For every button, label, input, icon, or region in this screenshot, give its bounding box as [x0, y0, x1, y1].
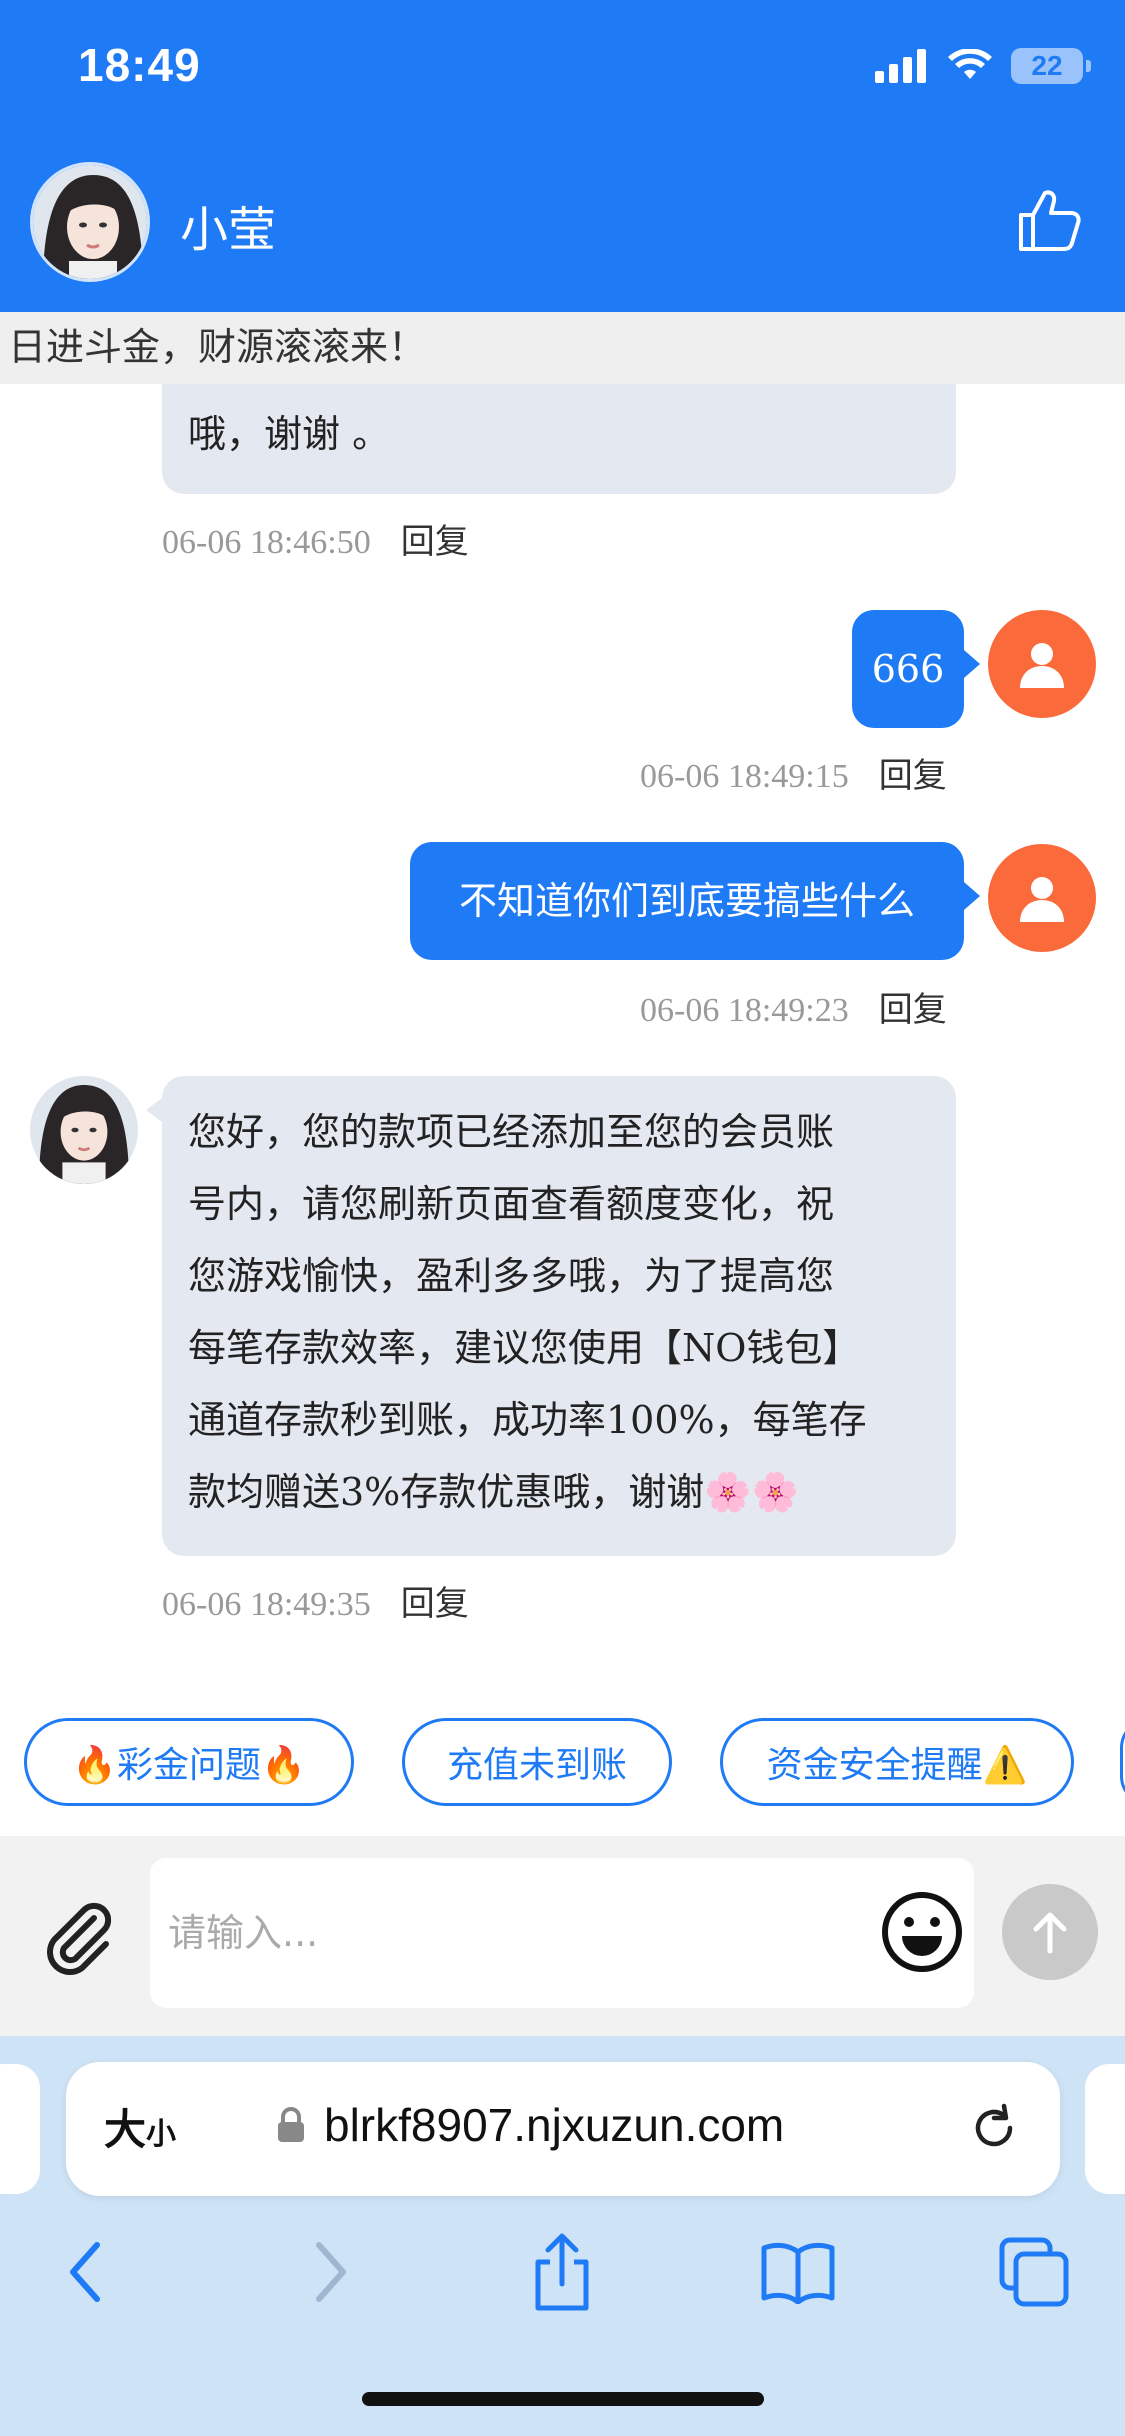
- incoming-message-bubble: 您好，您的款项已经添加至您的会员账 号内，请您刷新页面查看额度变化，祝 您游戏愉…: [146, 1076, 956, 1556]
- chevron-right-icon: [316, 2242, 346, 2302]
- text-size-small: 小: [146, 2117, 177, 2152]
- wifi-icon: [948, 49, 992, 79]
- quick-reply-chip[interactable]: 充值未到账: [402, 1718, 672, 1806]
- next-tab-peek[interactable]: [1085, 2064, 1125, 2194]
- user-icon: [1020, 877, 1064, 922]
- url-text: blrkf8907.njxuzun.com: [324, 2099, 785, 2151]
- battery-icon: 22: [1011, 48, 1091, 84]
- message-input-bar: [0, 1836, 1125, 2036]
- message-input-box[interactable]: [150, 1858, 974, 2008]
- quick-reply-chip[interactable]: 资金安全提醒⚠️: [720, 1718, 1074, 1806]
- agent-avatar-large[interactable]: [30, 162, 150, 282]
- message-text: 不知道你们到底要搞些什么: [458, 879, 915, 923]
- message-text: 666: [871, 647, 945, 691]
- message-time: 06-06 18:49:35: [162, 1586, 371, 1623]
- chat-header: 18:49 22 小莹: [0, 0, 1125, 312]
- book-icon: [761, 2242, 835, 2304]
- back-button[interactable]: [46, 2232, 126, 2312]
- reply-button[interactable]: 回复: [401, 522, 469, 562]
- agent-name: 小莹: [180, 204, 277, 257]
- user-avatar[interactable]: [988, 610, 1096, 718]
- outgoing-message-bubble: 666: [852, 610, 980, 728]
- tabs-icon: [999, 2237, 1069, 2307]
- emoji-icon[interactable]: [878, 1888, 966, 1976]
- agent-portrait-icon: [30, 1076, 138, 1184]
- share-icon: [535, 2233, 589, 2311]
- message-meta: 06-06 18:46:50 回复: [162, 514, 469, 563]
- text-size-button[interactable]: 大小: [104, 2096, 176, 2157]
- home-indicator: [362, 2392, 764, 2406]
- user-avatar[interactable]: [988, 844, 1096, 952]
- message-time: 06-06 18:49:23: [640, 992, 849, 1029]
- outgoing-message-bubble: 不知道你们到底要搞些什么: [410, 842, 980, 960]
- message-time: 06-06 18:49:15: [640, 758, 849, 795]
- text-size-big: 大: [104, 2105, 147, 2154]
- chevron-left-icon: [70, 2242, 100, 2302]
- signal-icon: [875, 49, 926, 83]
- quick-reply-bar: 🔥彩金问题🔥 充值未到账 资金安全提醒⚠️: [0, 1686, 1125, 1836]
- message-line: 款均赠送3%存款优惠哦，谢谢🌸🌸: [188, 1470, 799, 1514]
- message-time: 06-06 18:46:50: [162, 524, 371, 561]
- reply-button[interactable]: 回复: [879, 756, 947, 796]
- incoming-message-bubble: 哦，谢谢 。: [162, 384, 956, 494]
- quick-reply-chip[interactable]: 🔥彩金问题🔥: [24, 1718, 354, 1806]
- paperclip-icon[interactable]: [36, 1896, 116, 1976]
- status-icons: 22: [875, 44, 1091, 88]
- message-line: 每笔存款效率，建议您使用【NO钱包】: [188, 1326, 861, 1370]
- message-line: 号内，请您刷新页面查看额度变化，祝: [188, 1182, 835, 1226]
- thumbs-up-icon[interactable]: [1015, 185, 1085, 255]
- forward-button[interactable]: [290, 2232, 370, 2312]
- reload-icon[interactable]: [964, 2098, 1024, 2158]
- share-button[interactable]: [522, 2232, 602, 2312]
- bookmarks-button[interactable]: [758, 2232, 838, 2312]
- message-text: 哦，谢谢 。: [188, 412, 391, 456]
- lock-icon: [278, 2107, 304, 2142]
- tabs-button[interactable]: [994, 2232, 1074, 2312]
- reply-button[interactable]: 回复: [401, 1584, 469, 1624]
- message-meta: 06-06 18:49:15 回复: [640, 748, 947, 797]
- address-bar[interactable]: 大小 blrkf8907.njxuzun.com: [66, 2062, 1060, 2196]
- quick-reply-chip-partial[interactable]: [1120, 1718, 1125, 1806]
- arrow-up-icon: [1033, 1912, 1067, 1954]
- announcement-marquee: 日进斗金，财源滚滚来！: [0, 312, 1125, 384]
- message-meta: 06-06 18:49:23 回复: [640, 982, 947, 1031]
- status-time: 18:49: [78, 39, 201, 91]
- message-meta: 06-06 18:49:35 回复: [162, 1576, 469, 1625]
- agent-portrait-icon: [33, 165, 147, 279]
- message-line: 您好，您的款项已经添加至您的会员账: [188, 1110, 835, 1154]
- message-line: 您游戏愉快，盈利多多哦，为了提高您: [188, 1254, 835, 1298]
- agent-avatar[interactable]: [30, 1076, 138, 1184]
- message-input[interactable]: [168, 1898, 868, 1968]
- url-display[interactable]: blrkf8907.njxuzun.com: [276, 2098, 784, 2152]
- message-line: 通道存款秒到账，成功率100%，每笔存: [188, 1398, 867, 1442]
- previous-tab-peek[interactable]: [0, 2064, 40, 2194]
- browser-toolbar: 大小 blrkf8907.njxuzun.com: [0, 2036, 1125, 2436]
- reply-button[interactable]: 回复: [879, 990, 947, 1030]
- send-button[interactable]: [1002, 1884, 1098, 1980]
- user-icon: [1020, 643, 1064, 688]
